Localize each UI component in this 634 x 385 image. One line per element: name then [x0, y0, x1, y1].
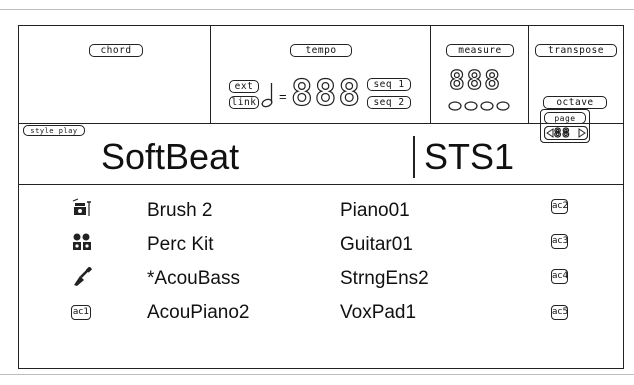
- status-row: chord tempo ext link = 888 seq 1 seq 2 m…: [19, 26, 623, 124]
- style-divider: [413, 136, 415, 178]
- ac1-badge: ac1: [71, 305, 91, 320]
- lcd-display: chord tempo ext link = 888 seq 1 seq 2 m…: [18, 25, 624, 369]
- lower-track-1[interactable]: Brush 2: [147, 200, 212, 222]
- tempo-label: tempo: [290, 44, 352, 57]
- ac5-badge: ac5: [551, 305, 568, 320]
- ac3-badge: ac3: [551, 234, 568, 249]
- lower-track-2[interactable]: Perc Kit: [147, 234, 214, 256]
- top-divider: [0, 9, 634, 10]
- octave-label: octave: [543, 96, 607, 109]
- tempo-digits: 888: [290, 73, 363, 114]
- page-label: page: [544, 112, 586, 124]
- quarter-note-icon: [261, 83, 273, 108]
- link-indicator: link: [229, 96, 259, 109]
- upper-track-2[interactable]: Guitar01: [340, 234, 413, 256]
- style-play-badge: style play: [23, 125, 85, 136]
- seq1-indicator: seq 1: [367, 78, 411, 91]
- style-name: SoftBeat: [101, 136, 240, 177]
- beat-indicators: [448, 101, 510, 111]
- lower-track-4[interactable]: AcouPiano2: [147, 302, 249, 324]
- tempo-section: tempo ext link = 888 seq 1 seq 2: [211, 26, 431, 123]
- chord-section: chord: [19, 26, 211, 123]
- measure-label: measure: [446, 44, 514, 57]
- bass-guitar-icon: [74, 267, 92, 286]
- ac4-badge: ac4: [551, 269, 568, 284]
- page-selector[interactable]: page 88: [540, 109, 590, 143]
- transpose-label: transpose: [535, 44, 617, 57]
- drum-kit-icon: [72, 198, 91, 216]
- measure-section: measure 888: [431, 26, 529, 123]
- seq2-indicator: seq 2: [367, 96, 411, 109]
- ac2-badge: ac2: [551, 199, 568, 214]
- ext-indicator: ext: [229, 80, 259, 93]
- page-digits: 88: [553, 125, 571, 140]
- measure-digits: 888: [448, 65, 502, 96]
- chord-label: chord: [89, 44, 143, 57]
- lower-track-3[interactable]: *AcouBass: [147, 268, 240, 290]
- percussion-icon: [73, 233, 91, 250]
- upper-track-3[interactable]: StrngEns2: [340, 268, 429, 290]
- upper-track-1[interactable]: Piano01: [340, 200, 410, 222]
- style-play-row[interactable]: style play SoftBeat STS1: [19, 123, 623, 185]
- bottom-divider: [0, 374, 634, 375]
- style-code: STS1: [424, 136, 515, 177]
- equals-sign: =: [279, 89, 287, 104]
- upper-track-4[interactable]: VoxPad1: [340, 302, 416, 324]
